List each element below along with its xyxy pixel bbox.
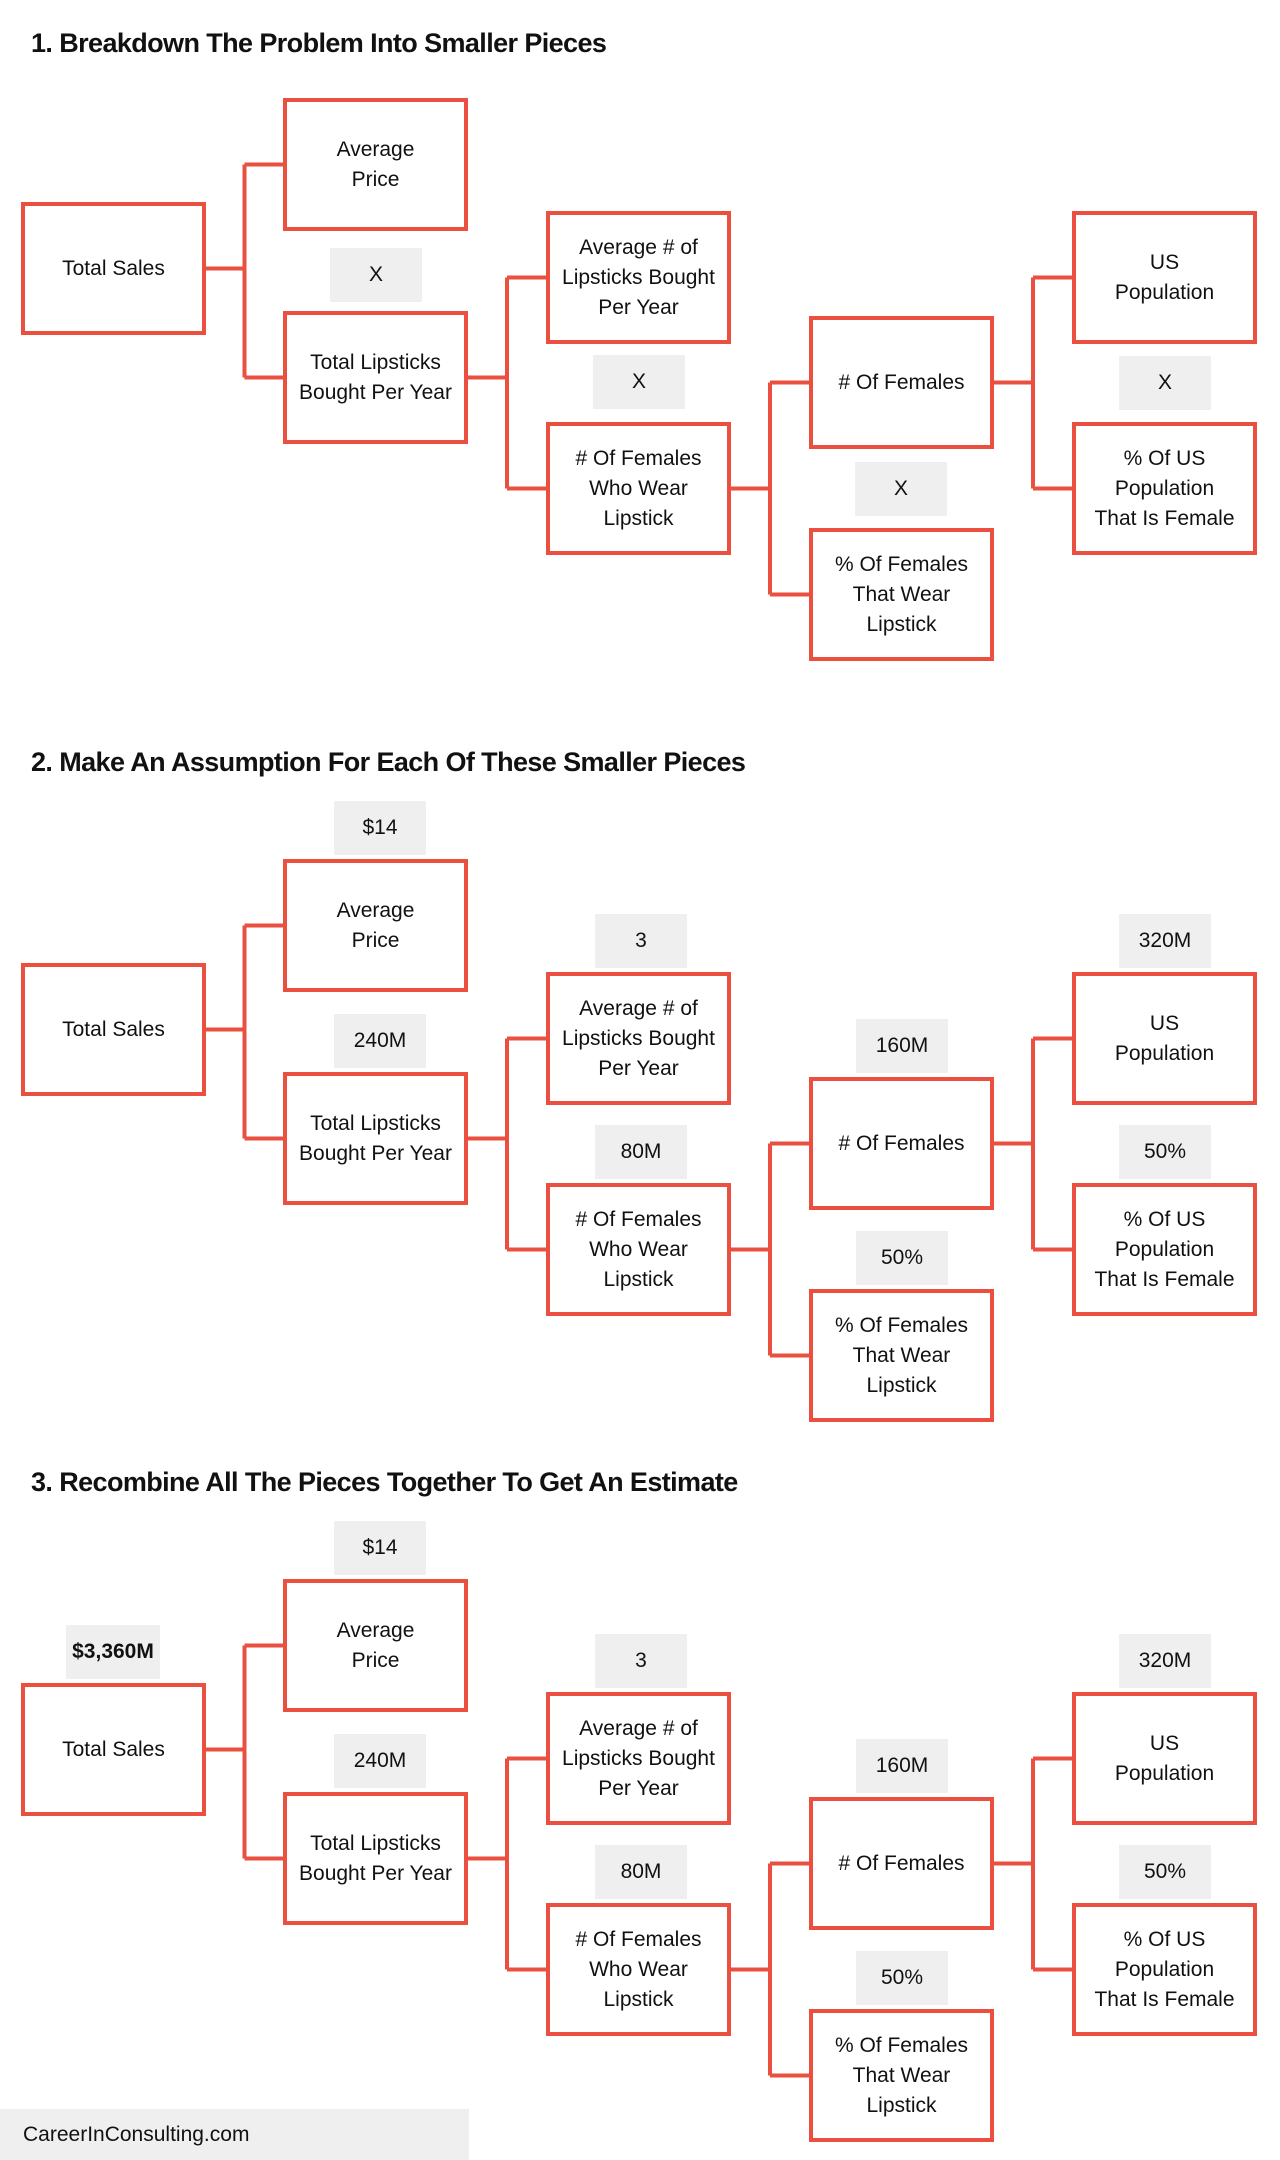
value-number-of-females: 160M	[856, 1739, 948, 1793]
node-total-sales: Total Sales	[21, 963, 206, 1096]
value-total-sales: $3,360M	[66, 1625, 160, 1679]
value-average-price: $14	[334, 801, 426, 855]
node-average-price: Average Price	[283, 98, 468, 231]
footer-brand: CareerInConsulting.com	[0, 2109, 469, 2160]
value-total-lipsticks: 240M	[334, 1734, 426, 1788]
connector-total-sales	[206, 923, 283, 1141]
connector-females-who-wear-lipstick	[731, 380, 809, 597]
node-average-price: Average Price	[283, 859, 468, 992]
value-total-lipsticks: 240M	[334, 1014, 426, 1068]
connector-number-of-females	[994, 1756, 1072, 1972]
node-number-of-females: # Of Females	[809, 1077, 994, 1210]
connector-total-lipsticks	[468, 1756, 546, 1972]
node-females-who-wear-lipstick: # Of Females Who Wear Lipstick	[546, 1903, 731, 2036]
value-females-who-wear-lipstick: 80M	[595, 1125, 687, 1179]
connector-total-sales	[206, 162, 283, 380]
node-us-population: US Population	[1072, 211, 1257, 344]
node-average-price: Average Price	[283, 1579, 468, 1712]
node-us-population: US Population	[1072, 972, 1257, 1105]
value-us-population: 320M	[1119, 1634, 1211, 1688]
node-total-sales: Total Sales	[21, 1683, 206, 1816]
value-females-who-wear-lipstick: 80M	[595, 1845, 687, 1899]
node-avg-lipsticks-per-year: Average # of Lipsticks Bought Per Year	[546, 211, 731, 344]
section-recombine: 3. Recombine All The Pieces Together To …	[0, 1439, 1280, 2159]
node-avg-lipsticks-per-year: Average # of Lipsticks Bought Per Year	[546, 1692, 731, 1825]
section-title: 3. Recombine All The Pieces Together To …	[31, 1467, 738, 1497]
node-number-of-females: # Of Females	[809, 316, 994, 449]
footer-text: CareerInConsulting.com	[23, 2122, 250, 2146]
section-title: 1. Breakdown The Problem Into Smaller Pi…	[31, 28, 607, 58]
node-total-lipsticks: Total Lipsticks Bought Per Year	[283, 1072, 468, 1205]
node-females-who-wear-lipstick: # Of Females Who Wear Lipstick	[546, 1183, 731, 1316]
node-us-population: US Population	[1072, 1692, 1257, 1825]
connector-total-sales	[206, 1643, 283, 1861]
value-pct-us-female: 50%	[1119, 1845, 1211, 1899]
multiply-operator: X	[593, 355, 685, 409]
connector-total-lipsticks	[468, 1036, 546, 1252]
node-pct-females-wear-lipstick: % Of Females That Wear Lipstick	[809, 1289, 994, 1422]
value-pct-us-female: 50%	[1119, 1125, 1211, 1179]
section-breakdown: 1. Breakdown The Problem Into Smaller Pi…	[0, 0, 1280, 720]
value-average-price: $14	[334, 1521, 426, 1575]
node-females-who-wear-lipstick: # Of Females Who Wear Lipstick	[546, 422, 731, 555]
value-avg-lipsticks-per-year: 3	[595, 1634, 687, 1688]
section-title: 2. Make An Assumption For Each Of These …	[31, 747, 746, 777]
section-assumptions: 2. Make An Assumption For Each Of These …	[0, 719, 1280, 1439]
node-pct-females-wear-lipstick: % Of Females That Wear Lipstick	[809, 528, 994, 661]
node-total-lipsticks: Total Lipsticks Bought Per Year	[283, 1792, 468, 1925]
connector-females-who-wear-lipstick	[731, 1141, 809, 1358]
value-pct-females-wear-lipstick: 50%	[856, 1951, 948, 2005]
node-pct-females-wear-lipstick: % Of Females That Wear Lipstick	[809, 2009, 994, 2142]
node-total-sales: Total Sales	[21, 202, 206, 335]
node-pct-us-female: % Of US Population That Is Female	[1072, 1183, 1257, 1316]
multiply-operator: X	[855, 462, 947, 516]
connector-number-of-females	[994, 275, 1072, 491]
value-number-of-females: 160M	[856, 1019, 948, 1073]
connector-females-who-wear-lipstick	[731, 1861, 809, 2078]
node-pct-us-female: % Of US Population That Is Female	[1072, 1903, 1257, 2036]
value-us-population: 320M	[1119, 914, 1211, 968]
node-pct-us-female: % Of US Population That Is Female	[1072, 422, 1257, 555]
value-pct-females-wear-lipstick: 50%	[856, 1231, 948, 1285]
value-avg-lipsticks-per-year: 3	[595, 914, 687, 968]
multiply-operator: X	[330, 248, 422, 302]
node-avg-lipsticks-per-year: Average # of Lipsticks Bought Per Year	[546, 972, 731, 1105]
node-total-lipsticks: Total Lipsticks Bought Per Year	[283, 311, 468, 444]
connector-total-lipsticks	[468, 275, 546, 491]
node-number-of-females: # Of Females	[809, 1797, 994, 1930]
connector-number-of-females	[994, 1036, 1072, 1252]
multiply-operator: X	[1119, 356, 1211, 410]
